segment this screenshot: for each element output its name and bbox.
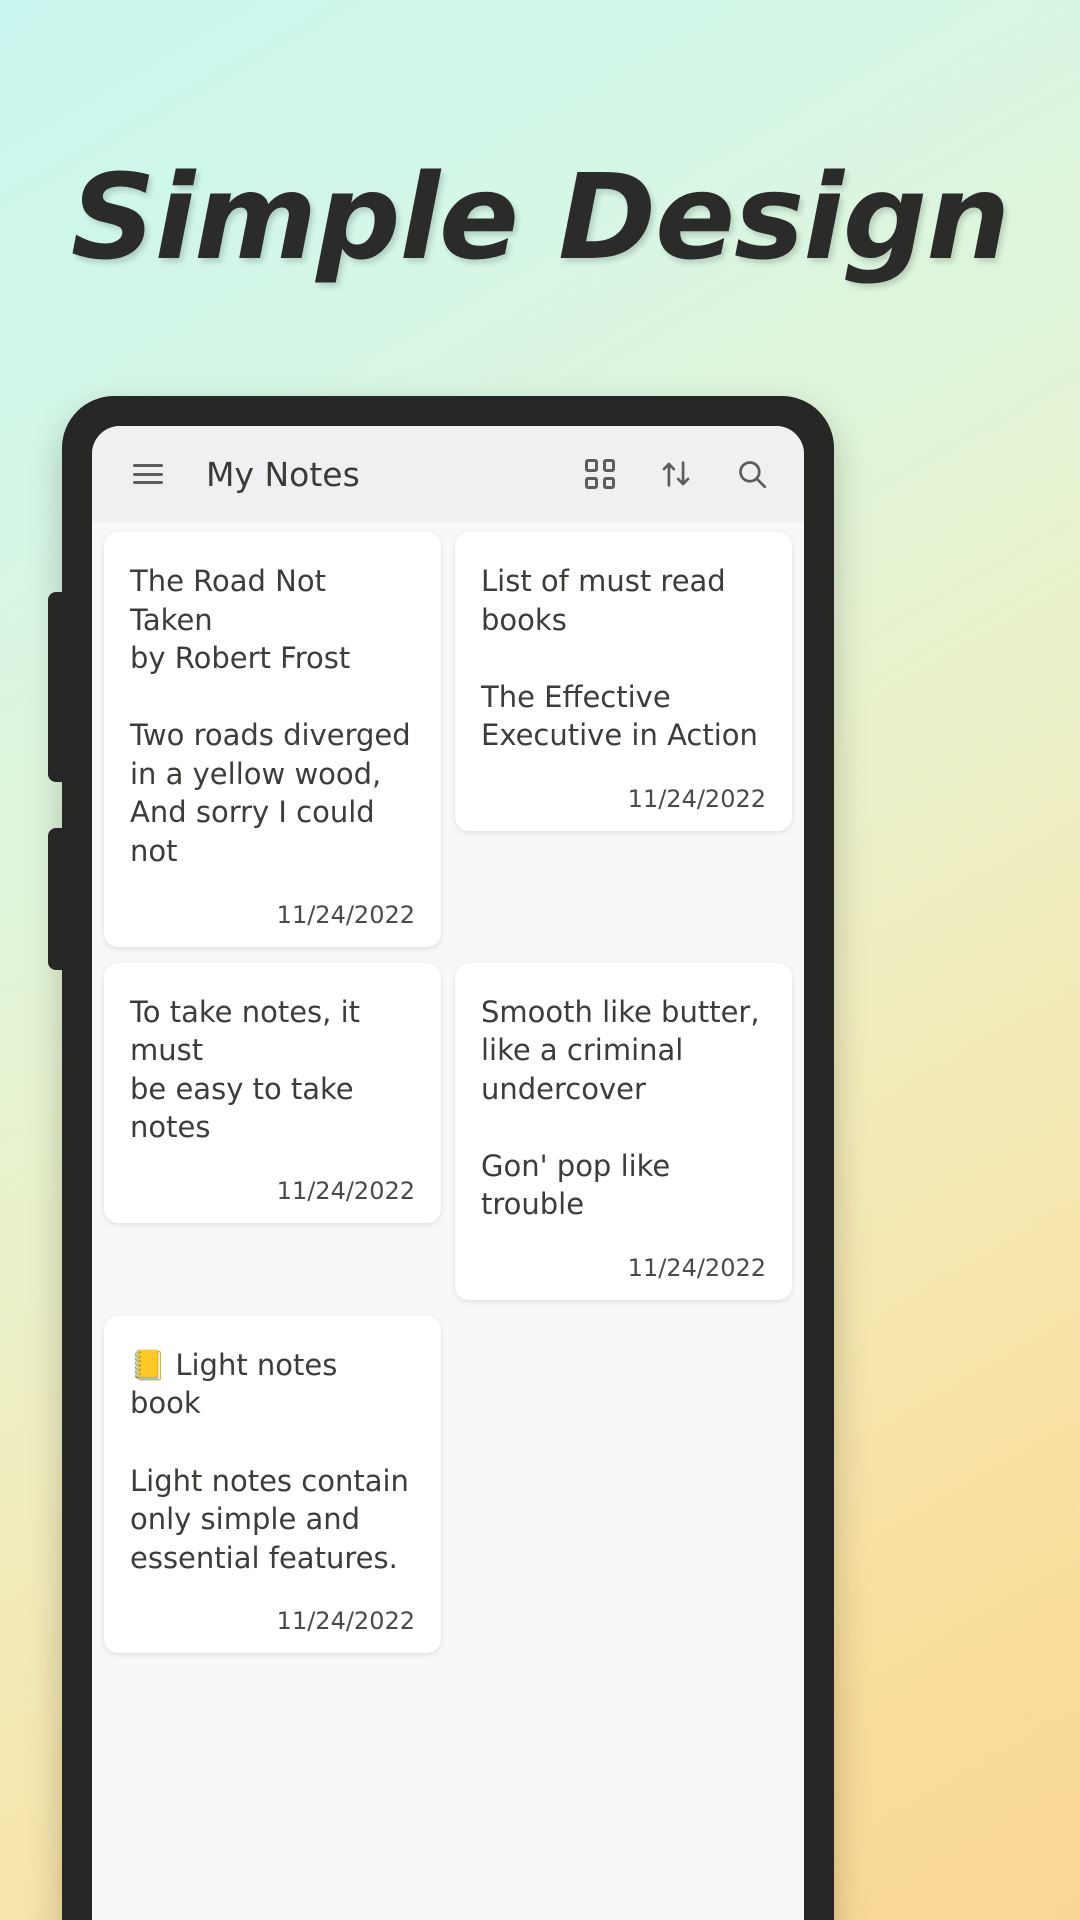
grid-view-button[interactable] bbox=[572, 446, 628, 502]
note-text: List of must read books The Effective Ex… bbox=[481, 564, 758, 753]
note-card[interactable]: Smooth like butter, like a criminal unde… bbox=[455, 962, 792, 1300]
note-date: 11/24/2022 bbox=[276, 1607, 415, 1636]
hamburger-menu-button[interactable] bbox=[120, 446, 176, 502]
note-text: The Road Not Taken by Robert Frost Two r… bbox=[130, 564, 411, 868]
app-bar-title: My Notes bbox=[206, 454, 360, 494]
note-card[interactable]: To take notes, it must be easy to take n… bbox=[104, 962, 441, 1223]
note-text: To take notes, it must be easy to take n… bbox=[130, 994, 361, 1145]
note-date: 11/24/2022 bbox=[627, 1253, 766, 1282]
sort-icon bbox=[662, 461, 690, 487]
note-text: 📒 Light notes book Light notes contain o… bbox=[130, 1347, 409, 1575]
sort-button[interactable] bbox=[648, 446, 704, 502]
phone-volume-button bbox=[48, 592, 70, 782]
note-date: 11/24/2022 bbox=[276, 1176, 415, 1205]
note-card[interactable]: The Road Not Taken by Robert Frost Two r… bbox=[104, 532, 441, 947]
note-date: 11/24/2022 bbox=[627, 784, 766, 813]
note-text: Smooth like butter, like a criminal unde… bbox=[481, 994, 760, 1222]
grid-view-icon bbox=[585, 459, 615, 489]
note-card[interactable]: 📒 Light notes book Light notes contain o… bbox=[104, 1315, 441, 1654]
page-title: Simple Design bbox=[70, 148, 1011, 286]
app-bar: My Notes bbox=[92, 426, 804, 522]
search-button[interactable] bbox=[724, 446, 780, 502]
phone-screen: My Notes The Road Not Taken by Robert Fr… bbox=[92, 426, 804, 1920]
hamburger-menu-icon bbox=[133, 464, 163, 484]
note-date: 11/24/2022 bbox=[276, 900, 415, 929]
phone-power-button bbox=[48, 828, 70, 970]
search-icon bbox=[739, 461, 767, 489]
note-card[interactable]: List of must read books The Effective Ex… bbox=[455, 532, 792, 831]
notes-list[interactable]: The Road Not Taken by Robert Frost Two r… bbox=[92, 522, 804, 1920]
notes-grid: The Road Not Taken by Robert Frost Two r… bbox=[104, 532, 792, 1654]
app-bar-actions bbox=[572, 446, 780, 502]
phone-mockup: My Notes The Road Not Taken by Robert Fr… bbox=[48, 396, 834, 1920]
